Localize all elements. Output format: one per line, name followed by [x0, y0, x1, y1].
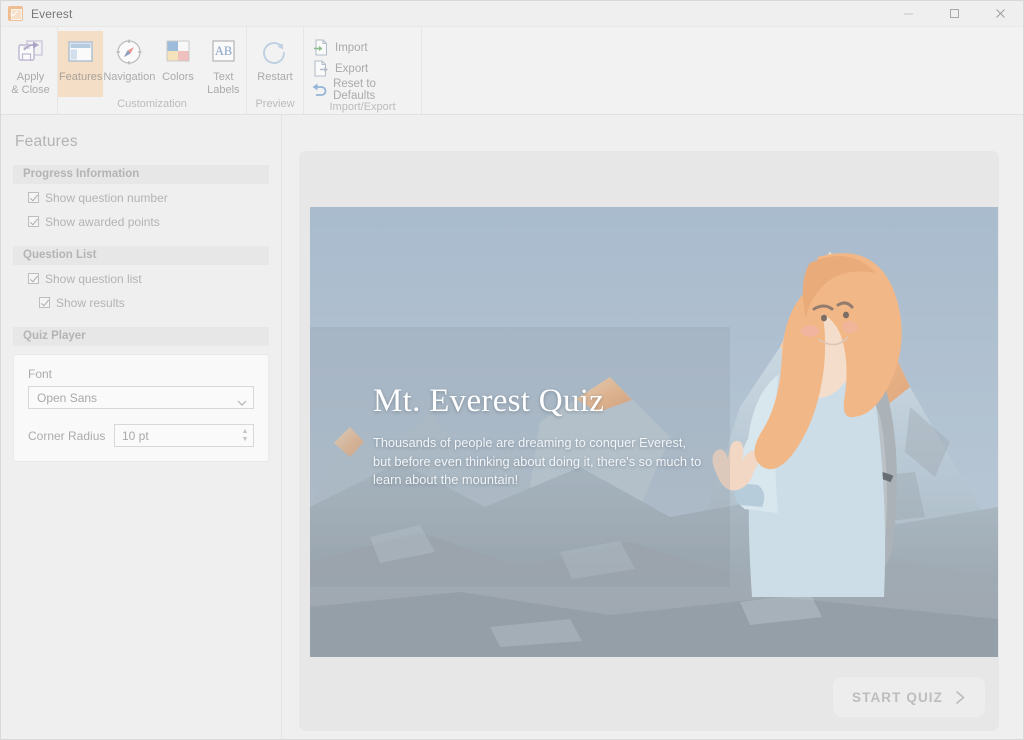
text-labels-label-1: Text: [213, 71, 234, 83]
section-header-question-list: Question List: [13, 246, 269, 265]
layout-panel-icon: [67, 35, 94, 69]
corner-radius-stepper[interactable]: 10 pt ▲ ▼: [114, 424, 254, 447]
ribbon-group-customization: Features Navigation Colors AB Text Label…: [58, 27, 247, 114]
compass-icon: [115, 35, 143, 69]
main-body: Features Progress Information Show quest…: [1, 115, 1023, 739]
import-label: Import: [335, 41, 368, 54]
window-title: Everest: [31, 6, 73, 21]
ribbon-group-label-preview: Preview: [255, 98, 295, 110]
section-header-quiz-player: Quiz Player: [13, 327, 269, 346]
app-window: Everest Apply & Close Features Navigatio…: [0, 0, 1024, 740]
preview-area: Mt. Everest Quiz Thousands of people are…: [282, 115, 1023, 739]
ribbon-filler: [422, 27, 1023, 114]
spinner-down-icon[interactable]: ▼: [242, 436, 249, 443]
navigation-tab-button[interactable]: Navigation: [103, 31, 155, 97]
ribbon-group-preview: Restart Preview: [247, 27, 304, 114]
apply-close-label-1: Apply: [16, 71, 45, 83]
corner-radius-row: Corner Radius 10 pt ▲ ▼: [28, 424, 254, 447]
undo-arrow-icon: [310, 81, 328, 99]
checkbox-show-question-list[interactable]: Show question list: [28, 268, 281, 289]
chevron-down-icon: [237, 395, 247, 406]
hero-text-block: Mt. Everest Quiz Thousands of people are…: [373, 382, 703, 490]
checkbox-show-awarded-points[interactable]: Show awarded points: [28, 211, 281, 232]
color-swatches-icon: [164, 35, 192, 69]
import-document-icon: [310, 39, 330, 57]
restart-circular-arrow-icon: [260, 35, 290, 69]
restart-button[interactable]: Restart: [248, 31, 302, 97]
features-tab-label: Features: [58, 71, 103, 83]
apply-and-close-button[interactable]: Apply & Close: [4, 31, 57, 97]
colors-tab-label: Colors: [162, 71, 194, 83]
quiz-preview-card: Mt. Everest Quiz Thousands of people are…: [299, 151, 999, 731]
colors-tab-button[interactable]: Colors: [155, 31, 200, 97]
font-label: Font: [28, 367, 53, 381]
reset-defaults-label: Reset to Defaults: [333, 77, 376, 102]
checkbox-label: Show question number: [45, 190, 168, 205]
navigation-tab-label: Navigation: [103, 71, 156, 83]
font-select[interactable]: Open Sans: [28, 386, 254, 409]
start-quiz-label: START QUIZ: [852, 689, 943, 705]
ribbon-group-apply: Apply & Close: [1, 27, 58, 114]
save-apply-icon: [16, 35, 46, 69]
ab-text-icon: AB: [209, 35, 237, 69]
minimize-icon[interactable]: [885, 1, 931, 27]
apply-close-label-2: & Close: [11, 83, 50, 96]
title-bar: Everest: [1, 1, 1023, 27]
features-sidebar: Features Progress Information Show quest…: [1, 115, 282, 739]
checkbox-orange-icon: [8, 6, 23, 21]
window-controls: [885, 1, 1023, 27]
reset-to-defaults-button[interactable]: Reset to Defaults: [308, 77, 421, 102]
text-labels-label-2: Labels: [207, 83, 240, 96]
close-icon[interactable]: [977, 1, 1023, 27]
spinner-up-icon[interactable]: ▲: [242, 428, 249, 435]
import-button[interactable]: Import: [308, 37, 421, 58]
ribbon-group-label-import-export: Import/Export: [329, 101, 396, 113]
checkbox-box: [28, 273, 39, 284]
text-labels-tab-button[interactable]: AB Text Labels: [201, 31, 246, 97]
export-label: Export: [335, 62, 369, 75]
checkbox-label: Show awarded points: [45, 214, 160, 229]
export-button[interactable]: Export: [308, 58, 421, 79]
export-document-icon: [310, 60, 330, 78]
svg-text:AB: AB: [215, 44, 232, 58]
hero-subtitle: Thousands of people are dreaming to conq…: [373, 435, 702, 487]
start-quiz-button[interactable]: START QUIZ: [833, 677, 985, 717]
ribbon-toolbar: Apply & Close Features Navigation Colors…: [1, 27, 1023, 115]
chevron-right-icon: [955, 690, 966, 705]
maximize-icon[interactable]: [931, 1, 977, 27]
checkbox-label: Show results: [56, 295, 125, 310]
ribbon-group-label-apply: [1, 97, 57, 114]
ribbon-group-label-customization: Customization: [117, 98, 187, 110]
corner-radius-label: Corner Radius: [28, 428, 106, 443]
checkbox-box: [28, 216, 39, 227]
quiz-player-settings-card: Font Open Sans Corner Radius 10 pt ▲ ▼: [13, 354, 269, 462]
features-tab-button[interactable]: Features: [58, 31, 104, 97]
checkbox-label: Show question list: [45, 271, 142, 286]
ribbon-group-import-export: Import Export Reset to Defaults Import/E…: [304, 27, 422, 114]
font-value: Open Sans: [37, 390, 98, 405]
checkbox-show-results[interactable]: Show results: [39, 292, 281, 313]
checkbox-box: [39, 297, 50, 308]
restart-label: Restart: [257, 71, 293, 83]
section-header-progress-information: Progress Information: [13, 165, 269, 184]
stepper-arrows: ▲ ▼: [237, 425, 253, 446]
corner-radius-value: 10 pt: [122, 428, 149, 443]
hero-image: Mt. Everest Quiz Thousands of people are…: [310, 207, 998, 657]
checkbox-show-question-number[interactable]: Show question number: [28, 187, 281, 208]
checkbox-box: [28, 192, 39, 203]
page-title: Features: [15, 133, 78, 150]
hero-title: Mt. Everest Quiz: [373, 383, 605, 419]
